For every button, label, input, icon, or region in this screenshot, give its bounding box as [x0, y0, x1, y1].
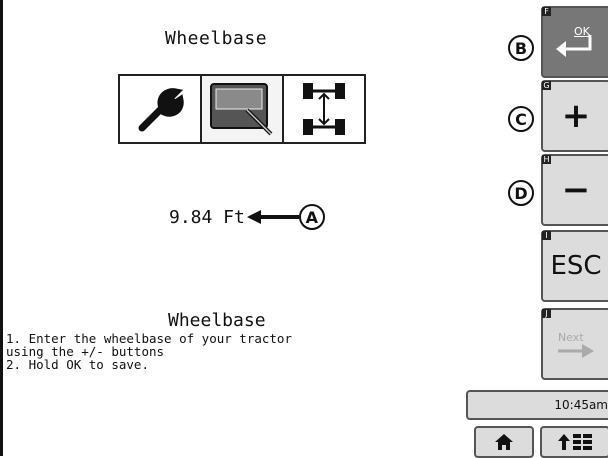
callout-d: D — [508, 180, 534, 206]
help-text: 1. Enter the wheelbase of your tractor u… — [6, 331, 292, 372]
arrow-right-icon — [558, 343, 594, 358]
help-title: Wheelbase — [168, 310, 266, 331]
esc-button[interactable]: I ESC — [541, 230, 608, 302]
softkey-tag-h: H — [542, 155, 551, 164]
arrow-left-icon — [246, 210, 299, 224]
plus-label: + — [561, 96, 591, 136]
clock-display: 10:45am — [466, 390, 608, 420]
esc-label: ESC — [550, 251, 602, 281]
callout-b: B — [508, 35, 534, 61]
wheelbase-value-row: 9.84 Ft A — [169, 204, 325, 230]
ok-button[interactable]: F OK — [541, 6, 608, 78]
callout-a: A — [298, 204, 325, 230]
home-icon — [495, 434, 513, 450]
enter-arrow-icon: OK — [556, 25, 596, 59]
plus-button[interactable]: G + — [541, 80, 608, 152]
next-button[interactable]: J Next — [541, 308, 608, 380]
home-button[interactable] — [474, 426, 534, 458]
screen-border — [0, 0, 3, 456]
softkey-tag-j: J — [542, 309, 551, 318]
menu-button[interactable] — [540, 426, 608, 458]
wrench-tab[interactable] — [120, 76, 202, 142]
setup-tab[interactable] — [202, 76, 284, 142]
callout-c: C — [508, 106, 534, 132]
icon-tab-strip — [118, 74, 366, 144]
minus-button[interactable]: H − — [541, 154, 608, 226]
setup-icon — [210, 83, 273, 136]
time-text: 10:45am — [554, 398, 608, 412]
next-label: Next — [558, 330, 584, 344]
callout-a-annotation: A — [246, 204, 325, 230]
softkey-tag-g: G — [542, 81, 551, 90]
wheelbase-value: 9.84 Ft — [169, 206, 245, 228]
wrench-icon — [138, 88, 184, 132]
minus-label: − — [561, 170, 591, 210]
wheelbase-icon — [303, 83, 345, 135]
page-title: Wheelbase — [165, 28, 268, 49]
softkey-tag-f: F — [542, 7, 551, 16]
menu-icon — [558, 434, 592, 450]
softkey-tag-i: I — [542, 231, 551, 240]
wheelbase-tab[interactable] — [284, 76, 364, 142]
